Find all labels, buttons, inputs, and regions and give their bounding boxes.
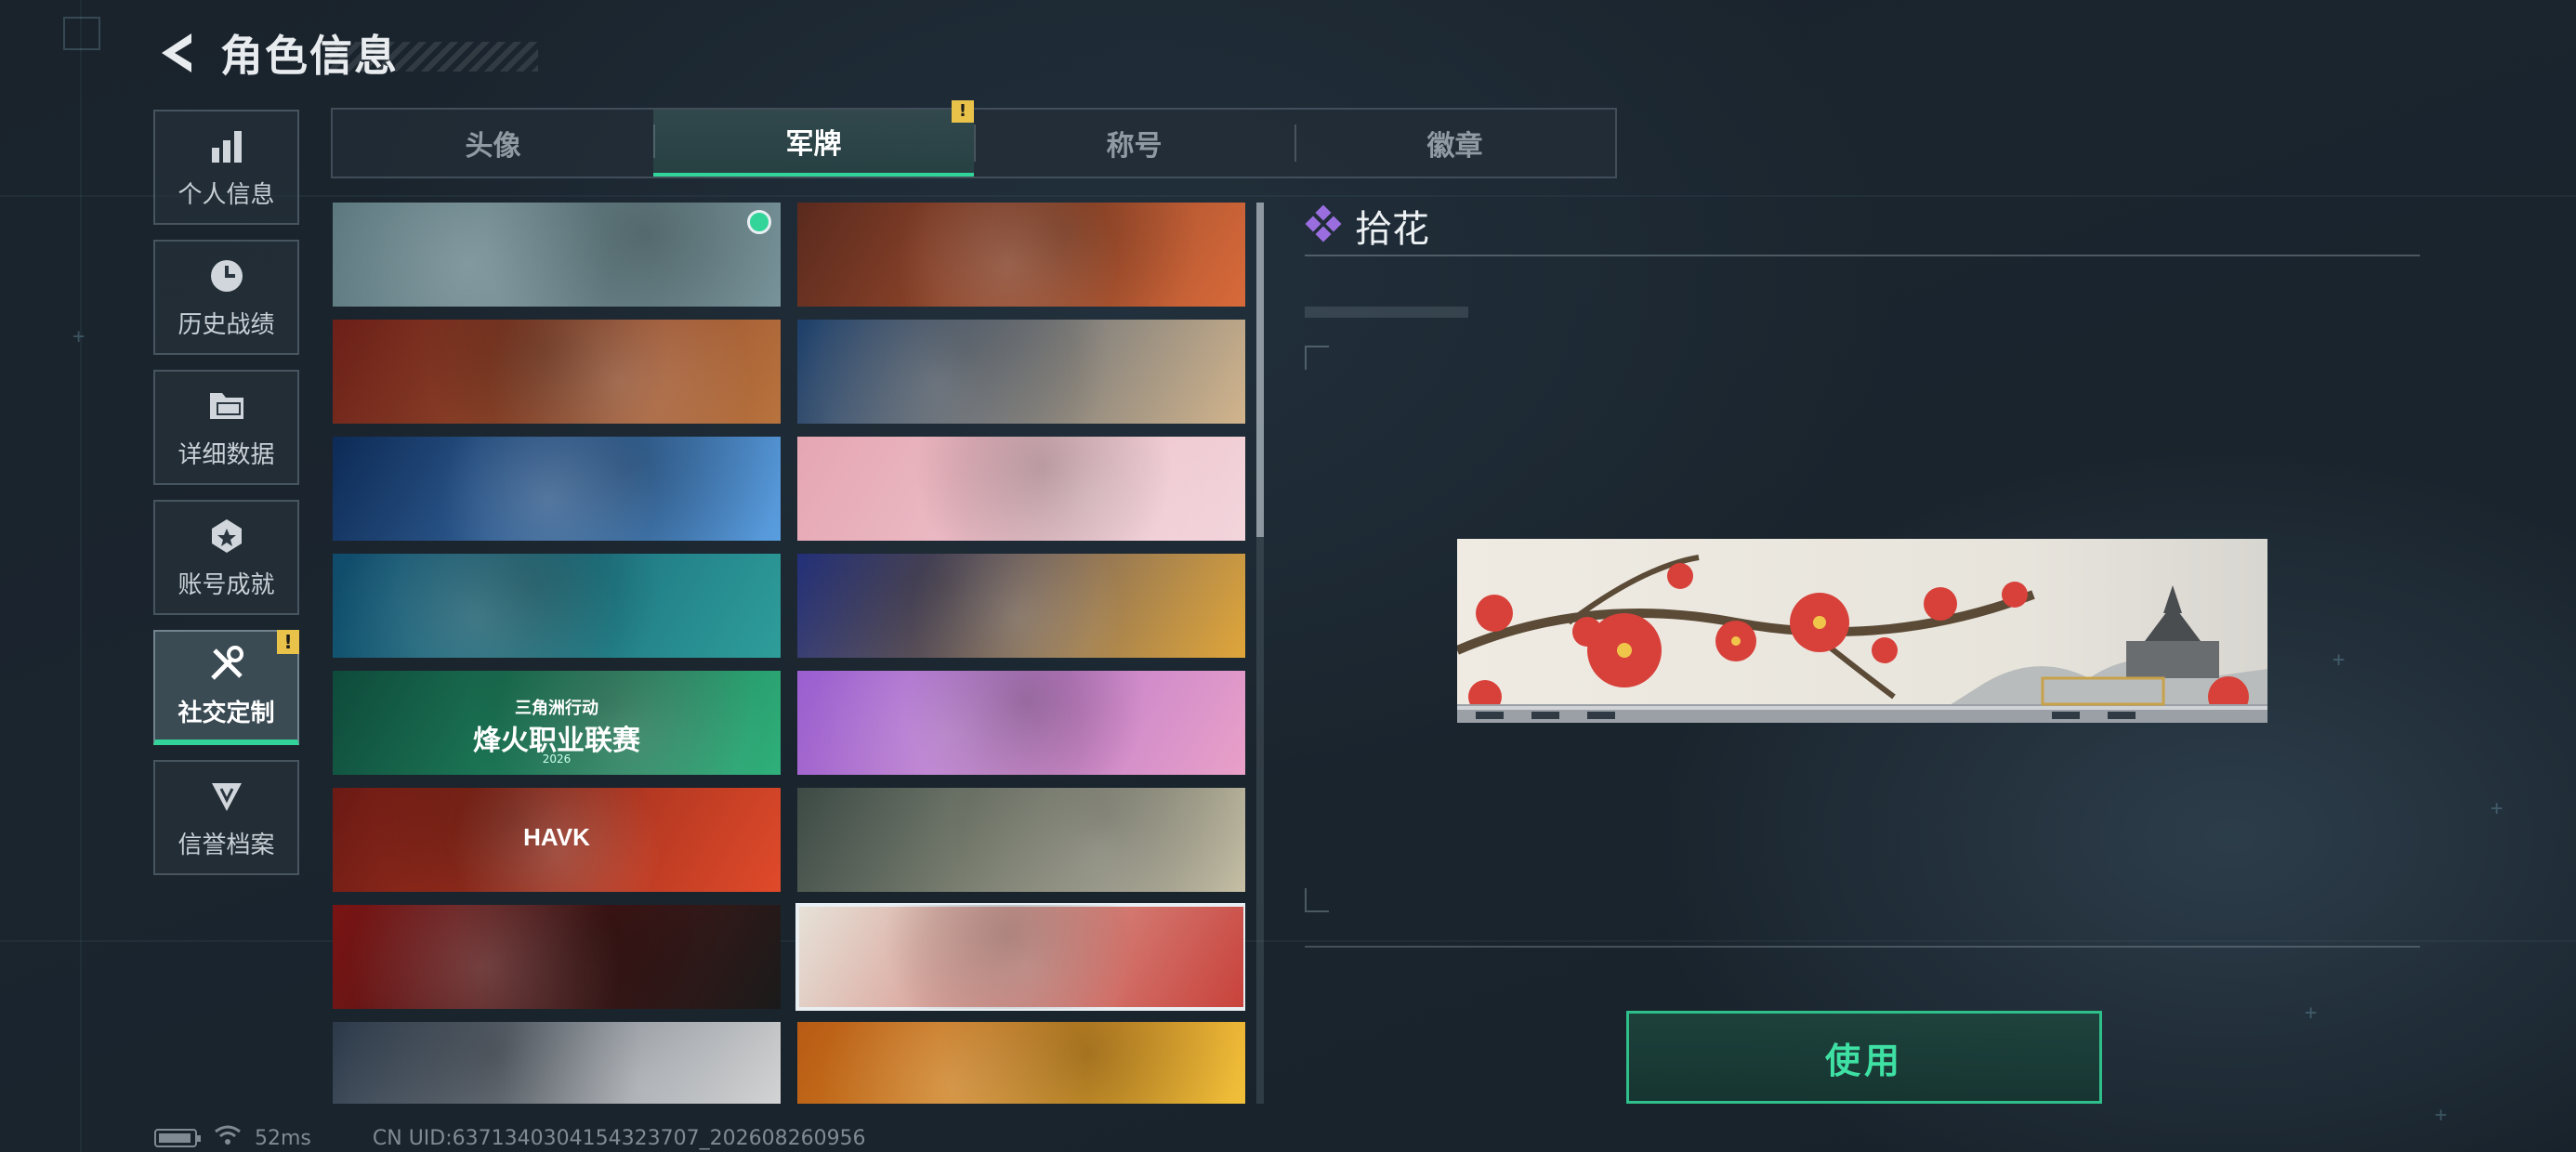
clock-icon — [206, 255, 247, 296]
dogtag-card[interactable] — [333, 320, 781, 424]
equipped-indicator — [747, 210, 771, 234]
sidebar-item-details[interactable]: 详细数据 — [153, 370, 299, 485]
sidebar-item-label: 信誉档案 — [177, 831, 275, 859]
dogtag-card[interactable] — [333, 554, 781, 658]
tab-avatar[interactable]: 头像 — [333, 110, 653, 177]
battery-icon — [154, 1129, 201, 1147]
tab-label: 称号 — [1106, 130, 1163, 163]
card-text: HAVK — [523, 823, 590, 851]
use-button-label: 使用 — [1824, 1040, 1903, 1081]
dogtag-card[interactable] — [797, 1022, 1245, 1104]
diamond-quality-icon — [1305, 204, 1342, 246]
dogtag-card[interactable]: HAVK — [333, 788, 781, 892]
title-decoration — [324, 42, 538, 72]
dogtag-card[interactable] — [333, 203, 781, 307]
warning-badge: ! — [277, 630, 299, 654]
item-name: 拾花 — [1355, 208, 1429, 251]
achievement-icon — [206, 516, 247, 556]
warning-badge: ! — [952, 100, 974, 123]
sidebar-item-achievements[interactable]: 账号成就 — [153, 500, 299, 615]
sidebar-item-profile[interactable]: 个人信息 — [153, 110, 299, 225]
corner-marker — [63, 17, 100, 50]
tab-dogtag[interactable]: 军牌 ! — [653, 100, 974, 177]
scrollbar-thumb[interactable] — [1256, 203, 1264, 537]
sidebar-item-label: 详细数据 — [177, 440, 275, 469]
dogtag-card[interactable] — [797, 320, 1245, 424]
status-bar: 52ms CN UID:6371340304154323707_20260826… — [154, 1124, 866, 1152]
dogtag-card[interactable] — [797, 203, 1245, 307]
side-nav: 个人信息 历史战绩 详细数据 账号成就 ! 社交定制 信誉档案 — [153, 110, 299, 890]
sidebar-item-label: 社交定制 — [177, 699, 275, 727]
back-arrow-icon[interactable] — [153, 28, 200, 78]
dogtag-card[interactable] — [333, 437, 781, 541]
tab-label: 军牌 — [785, 128, 842, 161]
card-artwork — [797, 788, 1245, 892]
page-header: 角色信息 — [153, 20, 538, 85]
detail-header: 拾花 — [1305, 199, 1429, 253]
use-button[interactable]: 使用 — [1626, 1011, 2102, 1104]
card-artwork — [333, 203, 781, 307]
dogtag-card[interactable] — [333, 1022, 781, 1104]
card-artwork — [797, 203, 1245, 307]
divider — [1305, 946, 2420, 948]
card-artwork — [333, 554, 781, 658]
sidebar-item-label: 个人信息 — [177, 180, 275, 209]
tab-bar: 头像 军牌 ! 称号 徽章 — [331, 100, 1617, 178]
bar-chart-icon — [206, 125, 247, 166]
dogtag-card[interactable] — [797, 554, 1245, 658]
card-artwork — [797, 554, 1245, 658]
card-artwork — [797, 671, 1245, 775]
dogtag-grid: 三角洲行动 烽火职业联赛 2026 HAVK — [333, 203, 1245, 1104]
dogtag-card[interactable]: 三角洲行动 烽火职业联赛 2026 — [333, 671, 781, 775]
card-artwork — [333, 1022, 781, 1104]
sidebar-item-reputation[interactable]: 信誉档案 — [153, 760, 299, 875]
tab-badge[interactable]: 徽章 — [1295, 110, 1615, 177]
tab-title[interactable]: 称号 — [974, 110, 1295, 177]
wifi-icon — [214, 1124, 242, 1152]
folder-icon — [206, 386, 247, 426]
ping-readout: 52ms — [255, 1126, 311, 1150]
tab-label: 头像 — [465, 130, 521, 163]
sidebar-item-label: 账号成就 — [177, 570, 275, 599]
card-artwork — [333, 905, 781, 1009]
dogtag-card[interactable] — [797, 437, 1245, 541]
tab-label: 徽章 — [1426, 130, 1483, 163]
user-uid: CN UID:6371340304154323707_202608260956 — [372, 1126, 866, 1150]
sidebar-item-history[interactable]: 历史战绩 — [153, 240, 299, 355]
dogtag-card[interactable] — [795, 903, 1245, 1011]
card-artwork — [797, 1022, 1245, 1104]
dogtag-card[interactable] — [797, 671, 1245, 775]
card-artwork — [797, 905, 1245, 1009]
divider — [1305, 255, 2420, 256]
sidebar-item-label: 历史战绩 — [177, 310, 275, 339]
card-text: 三角洲行动 — [515, 699, 598, 717]
card-text: 2026 — [542, 753, 572, 766]
dogtag-card[interactable] — [333, 905, 781, 1009]
card-artwork — [797, 437, 1245, 541]
shield-icon — [206, 776, 247, 817]
wrench-icon — [206, 644, 247, 685]
sidebar-item-social[interactable]: ! 社交定制 — [153, 630, 299, 745]
card-artwork — [333, 320, 781, 424]
card-artwork — [797, 320, 1245, 424]
dogtag-card[interactable] — [797, 788, 1245, 892]
item-meta — [1305, 307, 1468, 318]
grid-scrollbar[interactable] — [1256, 203, 1264, 1104]
card-artwork — [333, 437, 781, 541]
dogtag-preview — [1457, 539, 2267, 723]
